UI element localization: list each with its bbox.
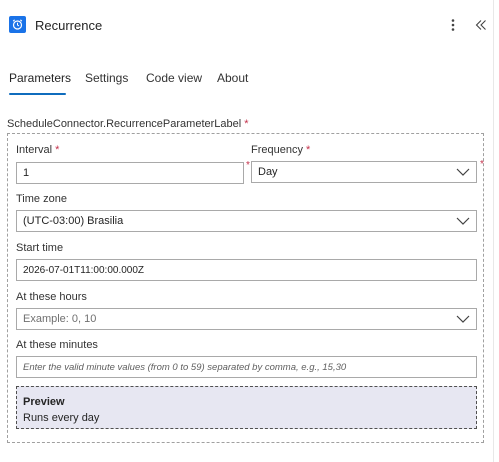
panel-header: Recurrence	[0, 0, 499, 52]
interval-label: Interval *	[16, 144, 59, 156]
preview-title: Preview	[23, 396, 65, 408]
more-options-button[interactable]	[446, 15, 460, 35]
at-these-minutes-label: At these minutes	[16, 339, 98, 351]
preview-text: Runs every day	[23, 412, 100, 424]
panel-divider	[493, 0, 494, 462]
start-time-input[interactable]: 2026-07-01T11:00:00.000Z	[16, 259, 477, 281]
at-these-hours-label: At these hours	[16, 291, 87, 303]
start-time-label: Start time	[16, 242, 64, 254]
frequency-value: Day	[258, 166, 278, 178]
tab-code-view[interactable]: Code view	[146, 71, 202, 85]
at-these-hours-select[interactable]: Example: 0, 10	[16, 308, 477, 330]
frequency-label: Frequency *	[251, 144, 310, 156]
time-zone-value: (UTC-03:00) Brasilia	[23, 215, 124, 227]
panel-title: Recurrence	[35, 18, 103, 33]
interval-input[interactable]: 1	[16, 162, 244, 184]
active-tab-indicator	[9, 93, 66, 95]
preview-box: Preview Runs every day	[16, 386, 477, 429]
alarm-clock-icon	[9, 16, 26, 33]
tab-settings[interactable]: Settings	[85, 71, 128, 85]
time-zone-label: Time zone	[16, 193, 67, 205]
section-label-text: ScheduleConnector.RecurrenceParameterLab…	[7, 118, 242, 130]
interval-side-required-marker: *	[246, 160, 250, 171]
more-vertical-icon	[451, 19, 455, 31]
frequency-label-text: Frequency	[251, 144, 303, 156]
interval-required-marker: *	[55, 144, 60, 156]
time-zone-select[interactable]: (UTC-03:00) Brasilia	[16, 210, 477, 232]
at-these-hours-placeholder: Example: 0, 10	[23, 313, 97, 325]
double-chevron-left-icon	[475, 20, 486, 30]
chevron-down-icon	[456, 168, 470, 176]
recurrence-section-label: ScheduleConnector.RecurrenceParameterLab…	[7, 118, 249, 130]
tab-parameters[interactable]: Parameters	[9, 71, 71, 85]
chevron-down-icon	[456, 217, 470, 225]
frequency-required-marker: *	[306, 144, 311, 156]
tab-about[interactable]: About	[217, 71, 248, 85]
chevron-down-icon	[456, 315, 470, 323]
frequency-side-required-marker: *	[480, 159, 484, 170]
required-marker: *	[244, 118, 249, 130]
at-these-minutes-input[interactable]: Enter the valid minute values (from 0 to…	[16, 356, 477, 378]
collapse-panel-button[interactable]	[471, 15, 491, 35]
frequency-select[interactable]: Day	[251, 161, 477, 183]
interval-label-text: Interval	[16, 144, 53, 156]
